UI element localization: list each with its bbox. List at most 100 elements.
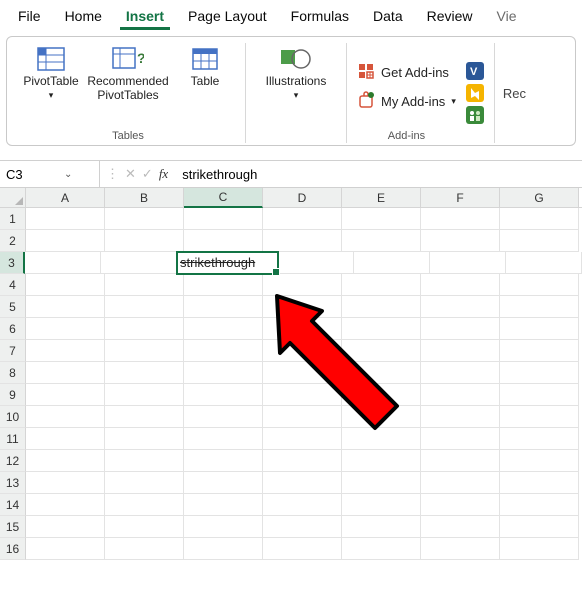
cell-A13[interactable] — [26, 472, 105, 494]
cell-E2[interactable] — [342, 230, 421, 252]
cell-C9[interactable] — [184, 384, 263, 406]
row-header-4[interactable]: 4 — [0, 274, 26, 296]
cell-B15[interactable] — [105, 516, 184, 538]
cell-F15[interactable] — [421, 516, 500, 538]
cell-B2[interactable] — [105, 230, 184, 252]
cell-D12[interactable] — [263, 450, 342, 472]
cell-B10[interactable] — [105, 406, 184, 428]
cell-C6[interactable] — [184, 318, 263, 340]
cell-E6[interactable] — [342, 318, 421, 340]
cell-E1[interactable] — [342, 208, 421, 230]
cell-B7[interactable] — [105, 340, 184, 362]
cell-D16[interactable] — [263, 538, 342, 560]
tab-view-cut[interactable]: Vie — [491, 6, 523, 30]
tab-file[interactable]: File — [12, 6, 47, 30]
my-addins-button[interactable]: My Add-ins ▾ — [357, 91, 456, 112]
cell-G1[interactable] — [500, 208, 579, 230]
tab-page-layout[interactable]: Page Layout — [182, 6, 273, 30]
row-header-3[interactable]: 3 — [0, 252, 25, 274]
col-header-G[interactable]: G — [500, 188, 579, 207]
row-header-16[interactable]: 16 — [0, 538, 26, 560]
cell-F8[interactable] — [421, 362, 500, 384]
col-header-C[interactable]: C — [184, 188, 263, 208]
row-header-14[interactable]: 14 — [0, 494, 26, 516]
cell-C15[interactable] — [184, 516, 263, 538]
cell-A10[interactable] — [26, 406, 105, 428]
cell-C13[interactable] — [184, 472, 263, 494]
cell-C16[interactable] — [184, 538, 263, 560]
name-box[interactable]: ⌄ — [0, 161, 100, 187]
cell-D7[interactable] — [263, 340, 342, 362]
cell-E8[interactable] — [342, 362, 421, 384]
cell-E11[interactable] — [342, 428, 421, 450]
cell-E4[interactable] — [342, 274, 421, 296]
cell-B16[interactable] — [105, 538, 184, 560]
cell-G11[interactable] — [500, 428, 579, 450]
row-header-10[interactable]: 10 — [0, 406, 26, 428]
cell-G16[interactable] — [500, 538, 579, 560]
tab-data[interactable]: Data — [367, 6, 409, 30]
cell-D2[interactable] — [263, 230, 342, 252]
cell-F6[interactable] — [421, 318, 500, 340]
row-header-13[interactable]: 13 — [0, 472, 26, 494]
cell-D10[interactable] — [263, 406, 342, 428]
cell-F5[interactable] — [421, 296, 500, 318]
cell-B6[interactable] — [105, 318, 184, 340]
row-header-5[interactable]: 5 — [0, 296, 26, 318]
cell-D15[interactable] — [263, 516, 342, 538]
cell-D14[interactable] — [263, 494, 342, 516]
cell-A4[interactable] — [26, 274, 105, 296]
cell-C8[interactable] — [184, 362, 263, 384]
cell-D8[interactable] — [263, 362, 342, 384]
cell-G4[interactable] — [500, 274, 579, 296]
cell-A5[interactable] — [26, 296, 105, 318]
cell-A6[interactable] — [26, 318, 105, 340]
cell-E13[interactable] — [342, 472, 421, 494]
cell-F12[interactable] — [421, 450, 500, 472]
tab-formulas[interactable]: Formulas — [285, 6, 355, 30]
cell-B5[interactable] — [105, 296, 184, 318]
col-header-B[interactable]: B — [105, 188, 184, 207]
cell-F14[interactable] — [421, 494, 500, 516]
cell-G7[interactable] — [500, 340, 579, 362]
cell-C1[interactable] — [184, 208, 263, 230]
cell-G14[interactable] — [500, 494, 579, 516]
cell-C2[interactable] — [184, 230, 263, 252]
cell-D3[interactable] — [278, 252, 354, 274]
col-header-D[interactable]: D — [263, 188, 342, 207]
cell-B12[interactable] — [105, 450, 184, 472]
recommended-pivottables-button[interactable]: ? Recommended PivotTables — [91, 45, 165, 103]
row-header-1[interactable]: 1 — [0, 208, 26, 230]
recommended-charts-cut[interactable]: Rec — [495, 43, 526, 143]
row-header-12[interactable]: 12 — [0, 450, 26, 472]
cell-E12[interactable] — [342, 450, 421, 472]
formula-input[interactable] — [174, 161, 582, 187]
tab-insert[interactable]: Insert — [120, 6, 170, 30]
col-header-E[interactable]: E — [342, 188, 421, 207]
fx-icon[interactable]: fx — [159, 166, 168, 182]
chevron-down-icon[interactable]: ⌄ — [64, 169, 72, 180]
cell-D13[interactable] — [263, 472, 342, 494]
cell-F16[interactable] — [421, 538, 500, 560]
row-header-7[interactable]: 7 — [0, 340, 26, 362]
cell-F10[interactable] — [421, 406, 500, 428]
cell-A8[interactable] — [26, 362, 105, 384]
cell-D9[interactable] — [263, 384, 342, 406]
cell-C3[interactable]: strikethrough — [177, 252, 278, 274]
row-header-15[interactable]: 15 — [0, 516, 26, 538]
get-addins-button[interactable]: Get Add-ins — [357, 62, 456, 83]
cell-B4[interactable] — [105, 274, 184, 296]
cell-G8[interactable] — [500, 362, 579, 384]
cell-A11[interactable] — [26, 428, 105, 450]
cell-E10[interactable] — [342, 406, 421, 428]
cell-G12[interactable] — [500, 450, 579, 472]
cell-C10[interactable] — [184, 406, 263, 428]
cell-C5[interactable] — [184, 296, 263, 318]
cell-A7[interactable] — [26, 340, 105, 362]
cell-F1[interactable] — [421, 208, 500, 230]
cell-A12[interactable] — [26, 450, 105, 472]
cell-C4[interactable] — [184, 274, 263, 296]
cell-E7[interactable] — [342, 340, 421, 362]
cell-F9[interactable] — [421, 384, 500, 406]
cell-G10[interactable] — [500, 406, 579, 428]
